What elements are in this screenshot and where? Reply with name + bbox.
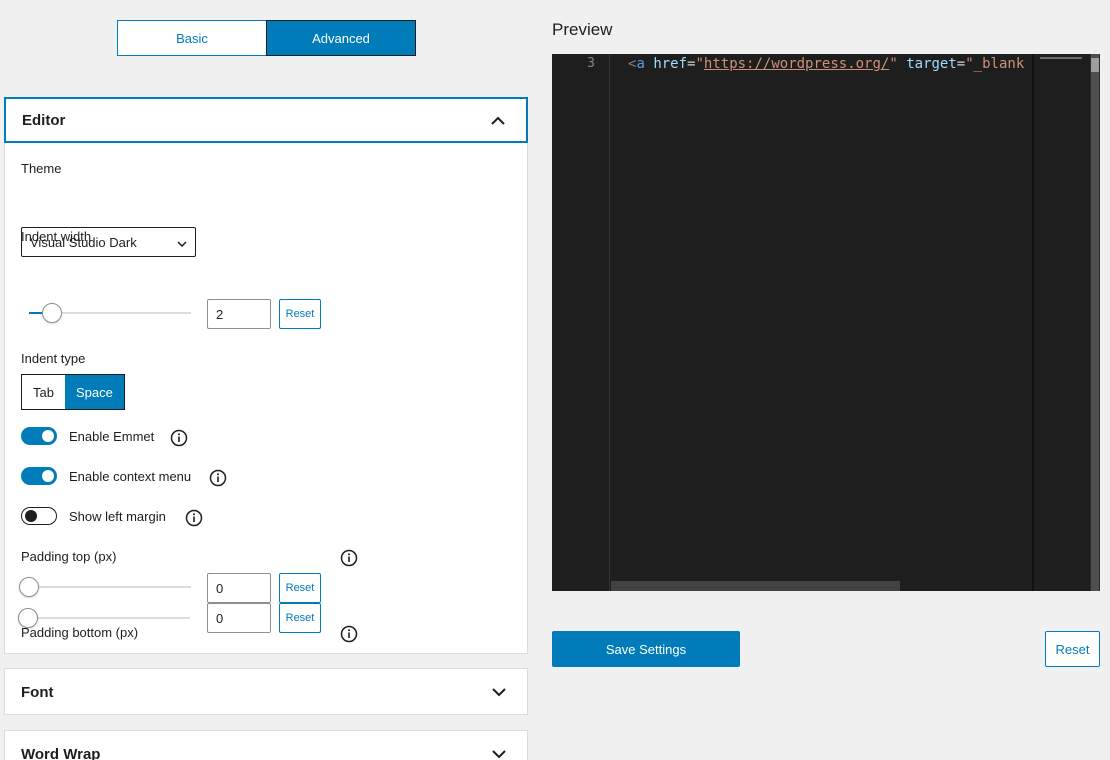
info-icon[interactable] (340, 625, 358, 643)
code-token: " (889, 56, 898, 72)
enable-context-menu-toggle[interactable] (21, 467, 57, 485)
font-panel-title: Font (21, 683, 54, 701)
vertical-scrollbar-thumb[interactable] (1091, 58, 1099, 72)
indent-width-label: Indent width (21, 229, 92, 244)
vertical-scrollbar[interactable] (1090, 54, 1100, 591)
editor-panel-header[interactable]: Editor (4, 97, 528, 143)
code-token: target (906, 56, 957, 72)
padding-top-slider[interactable] (19, 575, 191, 599)
advanced-mode-button[interactable]: Advanced (266, 20, 416, 56)
show-left-margin-toggle[interactable] (21, 507, 57, 525)
horizontal-scrollbar[interactable] (611, 581, 900, 591)
chevron-up-icon[interactable] (486, 108, 510, 132)
basic-mode-button[interactable]: Basic (118, 21, 266, 55)
show-left-margin-label: Show left margin (69, 508, 166, 524)
minimap[interactable] (1032, 54, 1090, 591)
info-icon[interactable] (185, 509, 203, 527)
indent-width-input[interactable] (207, 299, 271, 329)
padding-top-label: Padding top (px) (21, 549, 117, 564)
code-token: a (636, 56, 645, 72)
word-wrap-panel-header[interactable]: Word Wrap (5, 731, 527, 760)
info-icon[interactable] (209, 469, 227, 487)
word-wrap-panel-title: Word Wrap (21, 745, 101, 760)
code-preview[interactable]: 3 <a href="https://wordpress.org/" targe… (552, 54, 1100, 591)
indent-width-slider[interactable] (21, 301, 191, 325)
indent-width-reset-button[interactable]: Reset (279, 299, 321, 329)
mode-switch: Basic Advanced (117, 20, 416, 56)
show-left-margin-row: Show left margin (21, 506, 166, 526)
font-panel: Font (4, 668, 528, 715)
padding-bottom-slider[interactable] (18, 606, 190, 630)
slider-track (28, 617, 190, 619)
line-number: 3 (587, 56, 595, 71)
enable-context-menu-label: Enable context menu (69, 468, 192, 484)
chevron-down-icon (177, 235, 187, 250)
code-line: <a href="https://wordpress.org/" target=… (628, 56, 1024, 72)
padding-top-reset-button[interactable]: Reset (279, 573, 321, 603)
indent-type-tab-button[interactable]: Tab (22, 375, 65, 409)
indent-type-label: Indent type (21, 351, 86, 366)
code-token: " (965, 56, 974, 72)
indent-type-segmented: Tab Space (21, 374, 125, 410)
save-settings-button[interactable]: Save Settings (552, 631, 740, 667)
editor-panel-body: Theme Visual Studio Dark Indent width Re… (4, 143, 528, 654)
code-token: _blank (973, 56, 1025, 72)
preview-title: Preview (552, 20, 613, 39)
slider-thumb[interactable] (18, 608, 38, 628)
vertical-scrollbar-track (1091, 54, 1099, 591)
theme-label: Theme (21, 161, 62, 176)
enable-emmet-label: Enable Emmet (69, 428, 155, 444)
chevron-down-icon[interactable] (487, 680, 511, 704)
info-icon[interactable] (340, 549, 358, 567)
code-link[interactable]: https://wordpress.org/ (704, 56, 889, 72)
editor-panel-title: Editor (22, 111, 66, 129)
info-icon[interactable] (170, 429, 188, 447)
code-token: href (653, 56, 688, 72)
padding-bottom-input[interactable] (207, 603, 271, 633)
enable-emmet-toggle[interactable] (21, 427, 57, 445)
padding-bottom-reset-button[interactable]: Reset (279, 603, 321, 633)
slider-thumb[interactable] (41, 303, 62, 323)
reset-button[interactable]: Reset (1045, 631, 1100, 667)
chevron-down-icon[interactable] (487, 742, 511, 760)
code-token: " (695, 56, 704, 72)
font-panel-header[interactable]: Font (5, 669, 527, 715)
enable-context-menu-row: Enable context menu (21, 466, 191, 486)
editor-panel: Editor Theme Visual Studio Dark Indent w… (4, 97, 528, 654)
minimap-line (1040, 57, 1082, 59)
slider-track (29, 586, 191, 588)
word-wrap-panel: Word Wrap (4, 730, 528, 760)
indent-type-space-button[interactable]: Space (64, 375, 124, 409)
line-gutter: 3 (552, 54, 610, 591)
padding-top-input[interactable] (207, 573, 271, 603)
enable-emmet-row: Enable Emmet (21, 426, 154, 446)
slider-thumb[interactable] (19, 577, 39, 597)
code-token: = (956, 56, 966, 72)
